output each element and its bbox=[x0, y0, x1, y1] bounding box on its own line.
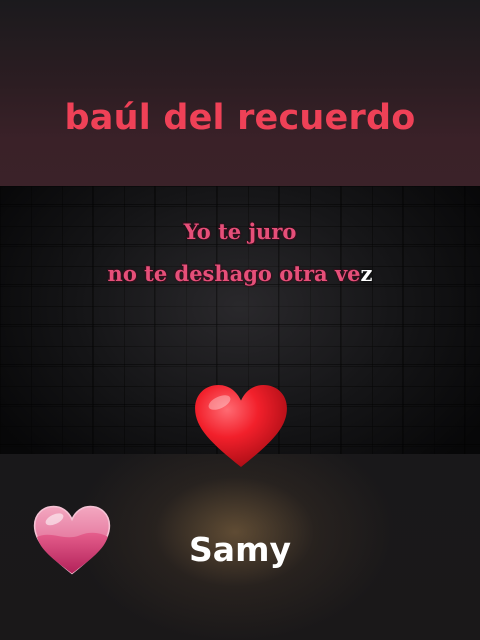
title-banner: baúl del recuerdo bbox=[0, 0, 480, 186]
lyric-line-2-sung: no te deshago otra ve bbox=[107, 261, 361, 286]
author-name: Samy bbox=[189, 530, 291, 569]
red-heart-icon bbox=[195, 384, 287, 468]
lyric-line-2-highlight: z bbox=[360, 261, 373, 286]
lyric-line-2: no te deshago otra vez bbox=[0, 261, 480, 286]
pink-heart-icon bbox=[33, 505, 111, 575]
banner-title: baúl del recuerdo bbox=[64, 98, 416, 138]
lyric-line-1: Yo te juro bbox=[183, 219, 297, 244]
